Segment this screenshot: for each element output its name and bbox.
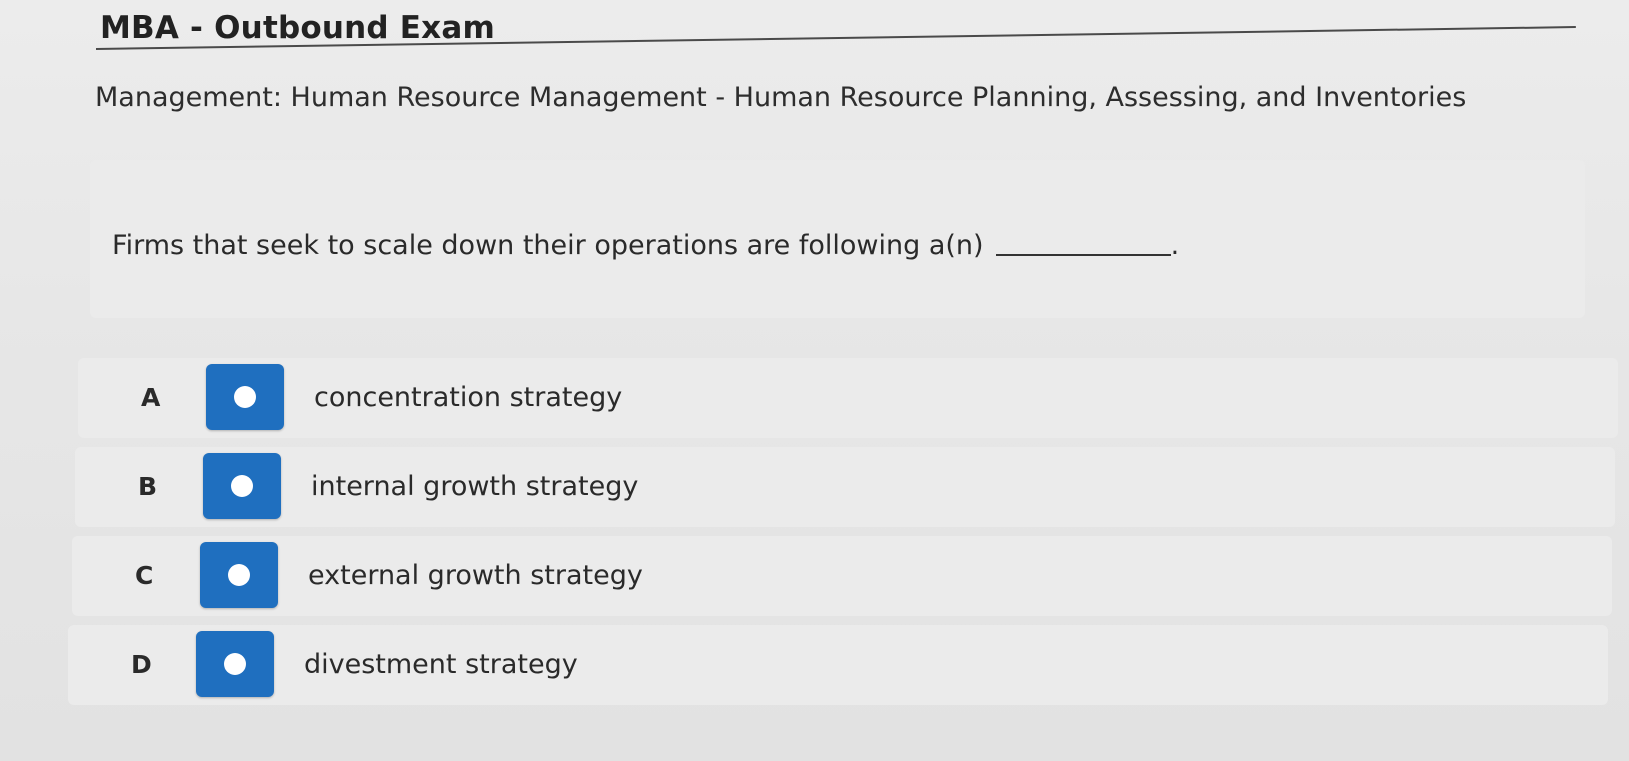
option-label: external growth strategy [308, 560, 643, 591]
radio-button-icon [228, 564, 250, 586]
option-letter: C [135, 561, 154, 590]
radio-button-d[interactable] [196, 631, 274, 697]
answer-option-b[interactable]: B internal growth strategy [75, 447, 1615, 527]
exam-title: MBA - Outbound Exam [100, 10, 495, 46]
option-letter: D [131, 650, 152, 679]
radio-button-icon [224, 653, 246, 675]
exam-page: MBA - Outbound Exam Management: Human Re… [0, 0, 1629, 761]
option-letter: B [138, 472, 158, 501]
question-end-punctuation: . [1170, 230, 1180, 261]
option-label: concentration strategy [314, 382, 623, 413]
radio-button-icon [234, 386, 256, 408]
radio-button-icon [231, 475, 253, 497]
answer-option-a[interactable]: A concentration strategy [78, 358, 1618, 438]
radio-button-c[interactable] [200, 542, 278, 608]
question-subject: Management: Human Resource Management - … [95, 82, 1467, 113]
option-letter: A [141, 383, 161, 412]
answer-option-c[interactable]: C external growth strategy [72, 536, 1612, 616]
question-text: Firms that seek to scale down their oper… [112, 230, 984, 261]
option-label: internal growth strategy [311, 471, 639, 502]
radio-button-a[interactable] [206, 364, 284, 430]
option-label: divestment strategy [304, 649, 578, 680]
radio-button-b[interactable] [203, 453, 281, 519]
answer-options: A concentration strategy B internal grow… [68, 358, 1618, 714]
question-prompt: Firms that seek to scale down their oper… [112, 230, 1179, 261]
answer-blank [995, 254, 1171, 256]
answer-option-d[interactable]: D divestment strategy [68, 625, 1608, 705]
question-card: Firms that seek to scale down their oper… [90, 160, 1585, 318]
